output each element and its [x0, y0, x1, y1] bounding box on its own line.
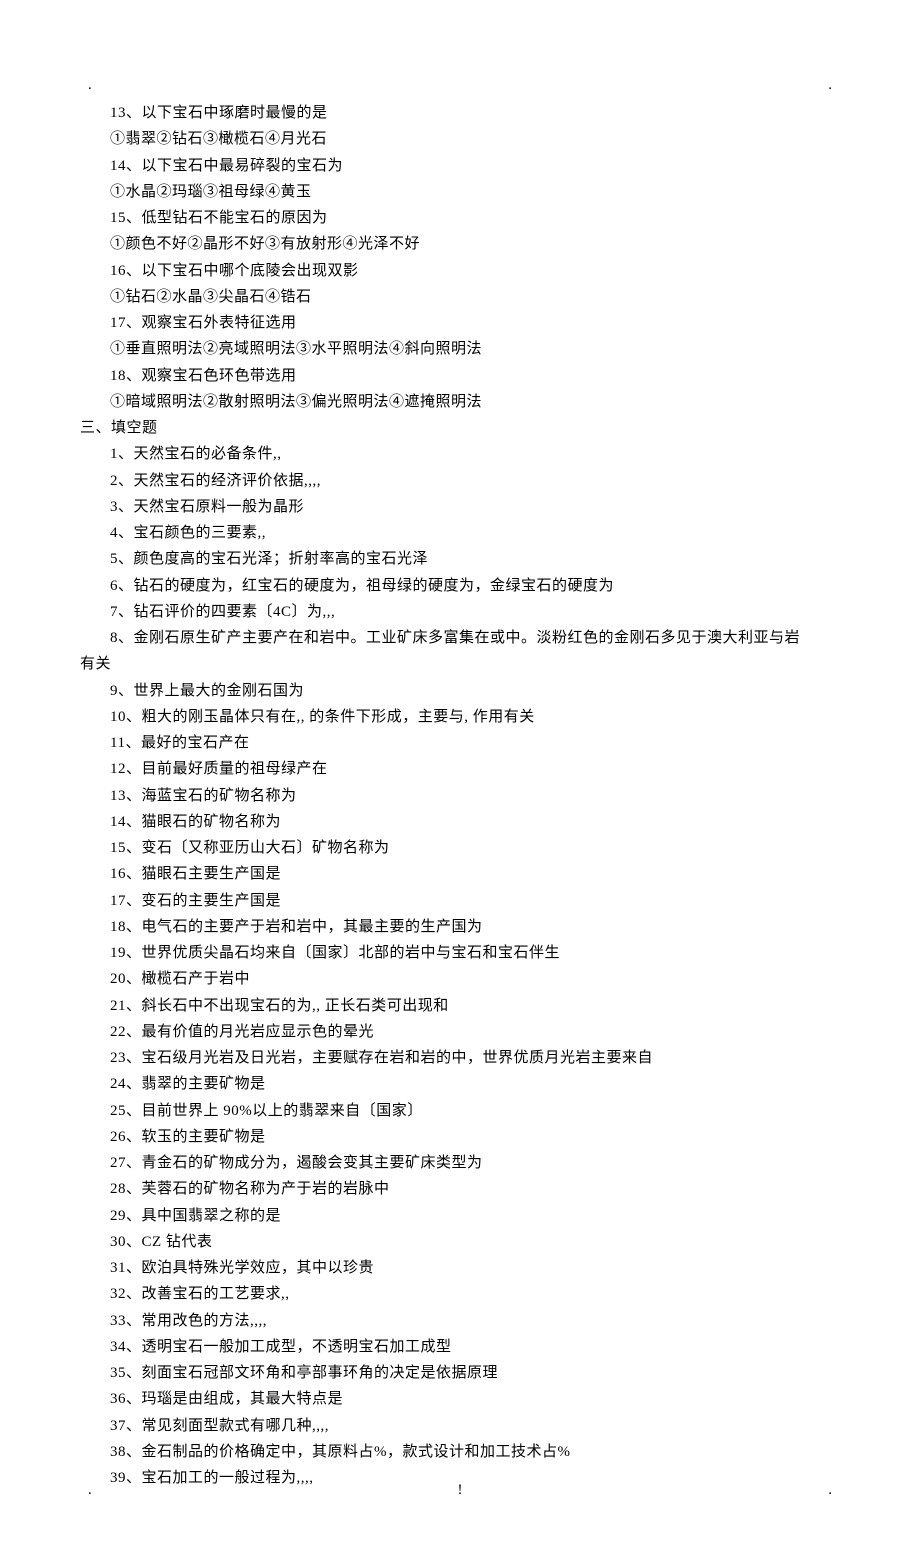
fill-item-26: 26、软玉的主要矿物是 — [80, 1124, 840, 1150]
mcq-options-14: ①水晶②玛瑙③祖母绿④黄玉 — [80, 179, 840, 205]
document-body: 13、以下宝石中琢磨时最慢的是①翡翠②钻石③橄榄石④月光石14、以下宝石中最易碎… — [80, 100, 840, 1491]
fill-item-35: 35、刻面宝石冠部文环角和亭部事环角的决定是依据原理 — [80, 1360, 840, 1386]
fill-item-9: 9、世界上最大的金刚石国为 — [80, 678, 840, 704]
fill-item-14: 14、猫眼石的矿物名称为 — [80, 809, 840, 835]
fill-item-24: 24、翡翠的主要矿物是 — [80, 1071, 840, 1097]
fill-item-11: 11、最好的宝石产在 — [80, 730, 840, 756]
fill-item-15: 15、变石〔又称亚历山大石〕矿物名称为 — [80, 835, 840, 861]
fill-item-22: 22、最有价值的月光岩应显示色的晕光 — [80, 1019, 840, 1045]
fill-item-30: 30、CZ 钻代表 — [80, 1229, 840, 1255]
mcq-options-13: ①翡翠②钻石③橄榄石④月光石 — [80, 126, 840, 152]
mcq-options-15: ①颜色不好②晶形不好③有放射形④光泽不好 — [80, 231, 840, 257]
fill-item-4: 4、宝石颜色的三要素,, — [80, 520, 840, 546]
fill-item-33: 33、常用改色的方法,,,, — [80, 1308, 840, 1334]
fill-item-21: 21、斜长石中不出现宝石的为,, 正长石类可出现和 — [80, 993, 840, 1019]
fill-item-5: 5、颜色度高的宝石光泽；折射率高的宝石光泽 — [80, 546, 840, 572]
fill-item-18: 18、电气石的主要产于岩和岩中，其最主要的生产国为 — [80, 914, 840, 940]
mcq-question-14: 14、以下宝石中最易碎裂的宝石为 — [80, 153, 840, 179]
mcq-question-18: 18、观察宝石色环色带选用 — [80, 363, 840, 389]
mcq-options-18: ①暗域照明法②散射照明法③偏光照明法④遮掩照明法 — [80, 389, 840, 415]
corner-mark-tl: . — [88, 72, 92, 98]
fill-item-25: 25、目前世界上 90%以上的翡翠来自〔国家〕 — [80, 1098, 840, 1124]
fill-item-27: 27、青金石的矿物成分为，遏酸会变其主要矿床类型为 — [80, 1150, 840, 1176]
mcq-question-15: 15、低型钻石不能宝石的原因为 — [80, 205, 840, 231]
fill-item-31: 31、欧泊具特殊光学效应，其中以珍贵 — [80, 1255, 840, 1281]
section-3-heading: 三、填空题 — [80, 415, 840, 441]
fill-item-20: 20、橄榄石产于岩中 — [80, 966, 840, 992]
mcq-question-13: 13、以下宝石中琢磨时最慢的是 — [80, 100, 840, 126]
fill-item-17: 17、变石的主要生产国是 — [80, 888, 840, 914]
fill-item-16: 16、猫眼石主要生产国是 — [80, 861, 840, 887]
corner-mark-tr: . — [828, 72, 832, 98]
fill-item-8: 8、金刚石原生矿产主要产在和岩中。工业矿床多富集在或中。淡粉红色的金刚石多见于澳… — [80, 625, 840, 651]
mcq-question-17: 17、观察宝石外表特征选用 — [80, 310, 840, 336]
fill-item-29: 29、具中国翡翠之称的是 — [80, 1203, 840, 1229]
fill-item-28: 28、芙蓉石的矿物名称为产于岩的岩脉中 — [80, 1176, 840, 1202]
fill-item-10: 10、粗大的刚玉晶体只有在,, 的条件下形成，主要与, 作用有关 — [80, 704, 840, 730]
mcq-options-17: ①垂直照明法②亮域照明法③水平照明法④斜向照明法 — [80, 336, 840, 362]
fill-item-38: 38、金石制品的价格确定中，其原料占%，款式设计和加工技术占% — [80, 1439, 840, 1465]
mcq-question-16: 16、以下宝石中哪个底陵会出现双影 — [80, 258, 840, 284]
fill-item-32: 32、改善宝石的工艺要求,, — [80, 1281, 840, 1307]
fill-item-1: 1、天然宝石的必备条件,, — [80, 441, 840, 467]
page-number: ! — [0, 1477, 920, 1503]
fill-item-12: 12、目前最好质量的祖母绿产在 — [80, 756, 840, 782]
fill-item-7: 7、钻石评价的四要素〔4C〕为,,, — [80, 599, 840, 625]
fill-item-13: 13、海蓝宝石的矿物名称为 — [80, 783, 840, 809]
fill-item-23: 23、宝石级月光岩及日光岩，主要赋存在岩和岩的中，世界优质月光岩主要来自 — [80, 1045, 840, 1071]
fill-item-2: 2、天然宝石的经济评价依据,,,, — [80, 468, 840, 494]
fill-item-6: 6、钻石的硬度为，红宝石的硬度为，祖母绿的硬度为，金绿宝石的硬度为 — [80, 573, 840, 599]
mcq-options-16: ①钻石②水晶③尖晶石④锆石 — [80, 284, 840, 310]
fill-item-37: 37、常见刻面型款式有哪几种,,,, — [80, 1413, 840, 1439]
fill-item-34: 34、透明宝石一般加工成型，不透明宝石加工成型 — [80, 1334, 840, 1360]
fill-item-8-cont: 有关 — [80, 651, 840, 677]
fill-item-19: 19、世界优质尖晶石均来自〔国家〕北部的岩中与宝石和宝石伴生 — [80, 940, 840, 966]
fill-item-3: 3、天然宝石原料一般为晶形 — [80, 494, 840, 520]
fill-item-36: 36、玛瑙是由组成，其最大特点是 — [80, 1386, 840, 1412]
